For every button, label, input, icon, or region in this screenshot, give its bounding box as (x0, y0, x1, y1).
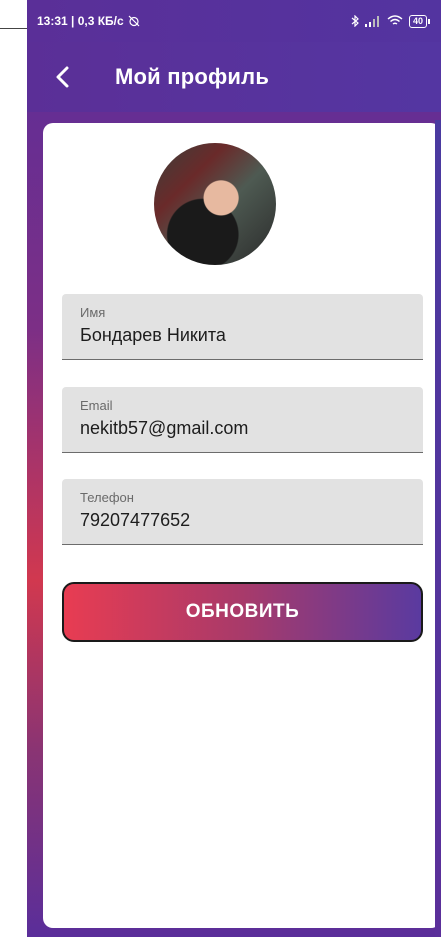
app-bar: Мой профиль (27, 42, 441, 112)
wifi-icon (387, 15, 403, 25)
status-bar: 13:31 | 0,3 КБ/с 40 (27, 0, 441, 42)
email-field-label: Email (80, 398, 113, 413)
status-right: 40 (351, 14, 431, 28)
alarm-off-icon (128, 15, 140, 27)
back-button[interactable] (35, 49, 91, 105)
name-field[interactable]: Имя Бондарев Никита (62, 294, 423, 360)
phone-screen: 13:31 | 0,3 КБ/с 40 Мой профиль (27, 0, 441, 937)
battery-icon: 40 (408, 14, 431, 28)
name-field-label: Имя (80, 305, 106, 320)
signal-icon (364, 15, 379, 27)
bluetooth-icon (351, 15, 359, 27)
phone-field-value[interactable]: 79207477652 (80, 509, 407, 531)
update-button[interactable]: ОБНОВИТЬ (62, 582, 423, 642)
phone-field[interactable]: Телефон 79207477652 (62, 479, 423, 545)
phone-field-label: Телефон (80, 490, 134, 505)
name-field-value[interactable]: Бондарев Никита (80, 324, 407, 346)
avatar[interactable] (154, 143, 276, 265)
back-arrow-icon (56, 66, 69, 88)
email-field[interactable]: Email nekitb57@gmail.com (62, 387, 423, 453)
status-left: 13:31 | 0,3 КБ/с (37, 14, 140, 28)
email-field-value[interactable]: nekitb57@gmail.com (80, 417, 407, 439)
status-time-speed: 13:31 | 0,3 КБ/с (37, 14, 124, 28)
page-title: Мой профиль (115, 64, 270, 89)
